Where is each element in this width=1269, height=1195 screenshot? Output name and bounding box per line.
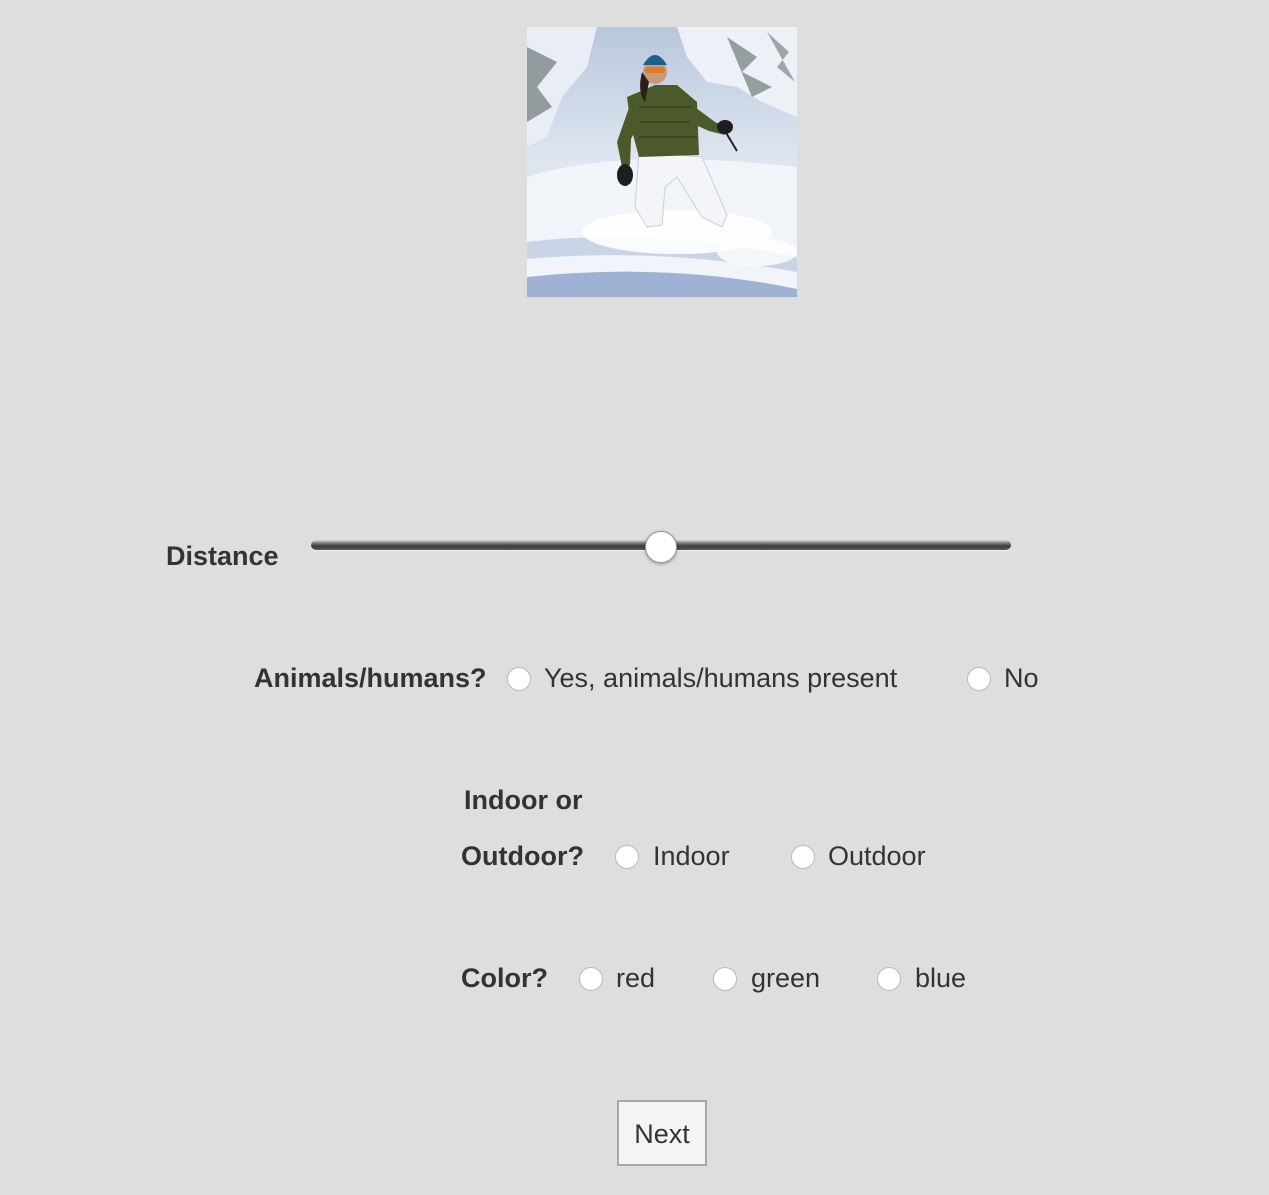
- indoor-radio[interactable]: [615, 845, 639, 869]
- indoor-question-label-line1: Indoor or: [464, 785, 583, 815]
- animals-no-radio[interactable]: [967, 667, 991, 691]
- animals-yes-radio[interactable]: [507, 667, 531, 691]
- stimulus-image: [527, 27, 797, 297]
- color-red-radio[interactable]: [579, 967, 603, 991]
- distance-slider-thumb[interactable]: [645, 531, 677, 563]
- survey-page: Distance Animals/humans? Yes, animals/hu…: [0, 0, 1269, 1195]
- animals-yes-label[interactable]: Yes, animals/humans present: [544, 665, 897, 692]
- indoor-question-label-line2: Outdoor?: [461, 841, 584, 871]
- distance-label: Distance: [166, 541, 279, 571]
- animals-question-label: Animals/humans?: [254, 663, 487, 693]
- color-question-label: Color?: [461, 963, 548, 993]
- snowboarder-photo-icon: [527, 27, 797, 297]
- color-green-radio[interactable]: [713, 967, 737, 991]
- next-button[interactable]: Next: [617, 1100, 707, 1166]
- color-red-label[interactable]: red: [616, 965, 655, 992]
- outdoor-label[interactable]: Outdoor: [828, 843, 926, 870]
- indoor-label[interactable]: Indoor: [653, 843, 730, 870]
- outdoor-radio[interactable]: [791, 845, 815, 869]
- color-blue-label[interactable]: blue: [915, 965, 966, 992]
- animals-no-label[interactable]: No: [1004, 665, 1039, 692]
- color-blue-radio[interactable]: [877, 967, 901, 991]
- color-green-label[interactable]: green: [751, 965, 820, 992]
